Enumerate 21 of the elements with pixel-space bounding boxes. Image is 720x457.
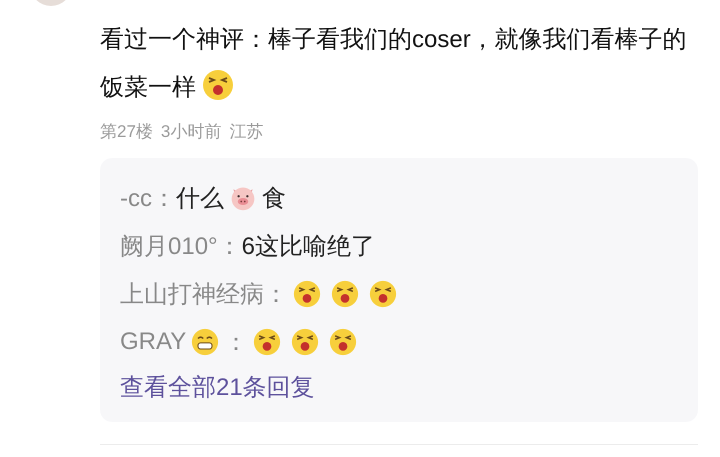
grinning-emoji-icon xyxy=(191,328,220,356)
laughing-emoji-icon xyxy=(329,328,358,356)
meta-text: 第27楼 xyxy=(100,120,153,142)
laughing-emoji-icon xyxy=(369,280,397,308)
comment-text: 看过一个神评：棒子看我们的coser，就像我们看棒子的饭菜一样 xyxy=(100,25,688,103)
meta-text: 3小时前 xyxy=(160,120,222,142)
view-all-replies-link[interactable]: 查看全部21条回复 xyxy=(120,366,678,410)
reply-author[interactable]: ： xyxy=(224,326,248,358)
laughing-emoji-icon xyxy=(202,69,234,101)
reply-text: 6这比喻绝了 xyxy=(242,232,375,262)
laughing-emoji-icon xyxy=(293,280,321,308)
laughing-emoji-icon xyxy=(253,328,282,356)
reply-author[interactable]: -cc： xyxy=(120,182,176,214)
reply-author[interactable]: 上山打神经病： xyxy=(120,278,288,310)
reply-author[interactable]: GRAY xyxy=(120,328,186,356)
laughing-emoji-icon xyxy=(291,328,320,356)
meta-text: 江苏 xyxy=(229,120,264,142)
reply-author[interactable]: 阙月010°： xyxy=(120,230,242,262)
laughing-emoji-icon xyxy=(331,280,359,308)
reply-text: 食 xyxy=(262,184,286,214)
reply-text: 什么 xyxy=(176,184,224,214)
